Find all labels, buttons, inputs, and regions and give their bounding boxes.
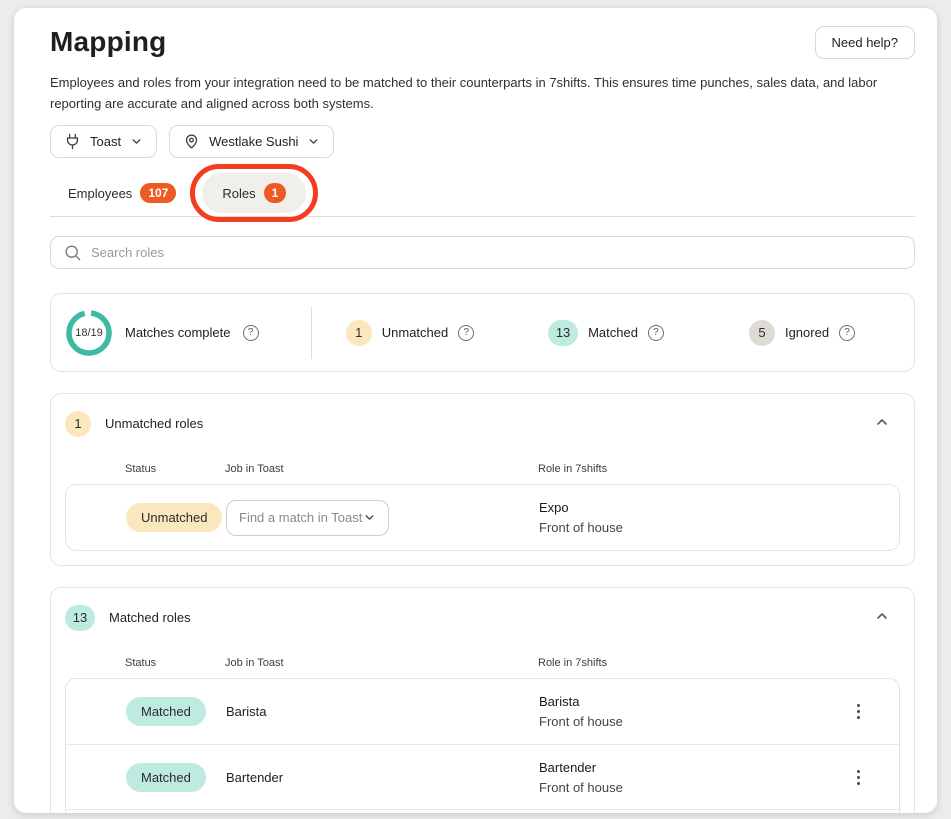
stat-ignored: 5 Ignored ? (704, 320, 900, 346)
matched-label: Matched (588, 325, 638, 340)
unmatched-roles-table: Unmatched Find a match in Toast Expo Fro… (65, 484, 900, 551)
find-match-dropdown-label: Find a match in Toast (239, 510, 362, 525)
role-department: Front of house (539, 520, 851, 535)
role-department: Front of house (539, 780, 851, 795)
location-pin-icon (183, 133, 200, 150)
search-input[interactable] (50, 236, 915, 269)
matched-count-badge: 13 (548, 320, 578, 346)
integration-dropdown-label: Toast (90, 134, 121, 149)
unmatched-roles-header: 1 Unmatched roles (65, 410, 900, 437)
unmatched-column-headers: Status Job in Toast Role in 7shifts (65, 463, 900, 475)
status-badge: Unmatched (126, 503, 222, 532)
matched-roles-section: 13 Matched roles Status Job in Toast Rol… (50, 587, 915, 813)
matched-collapse-button[interactable] (864, 604, 900, 631)
table-row-clipped (66, 809, 899, 813)
matches-complete-label: Matches complete (125, 325, 231, 340)
matched-section-count-badge: 13 (65, 605, 95, 631)
job-name: Barista (226, 704, 539, 719)
table-row: Unmatched Find a match in Toast Expo Fro… (66, 485, 899, 550)
tab-roles[interactable]: Roles 1 (202, 173, 306, 213)
tab-employees-label: Employees (68, 186, 132, 201)
progress-ring-value: 18/19 (65, 309, 113, 357)
stat-matched: 13 Matched ? (508, 320, 704, 346)
stat-unmatched: 1 Unmatched ? (312, 320, 508, 346)
column-header-role: Role in 7shifts (538, 463, 852, 475)
tab-employees-badge: 107 (140, 183, 176, 203)
need-help-button[interactable]: Need help? (815, 26, 916, 59)
unmatched-collapse-button[interactable] (864, 410, 900, 437)
chevron-up-icon (874, 414, 890, 430)
matched-column-headers: Status Job in Toast Role in 7shifts (65, 657, 900, 669)
progress-ring: 18/19 (65, 309, 113, 357)
job-name: Bartender (226, 770, 539, 785)
tab-bar: Employees 107 Roles 1 (50, 170, 915, 217)
matched-help-icon[interactable]: ? (648, 325, 664, 341)
status-badge: Matched (126, 697, 206, 726)
matches-complete-help-icon[interactable]: ? (243, 325, 259, 341)
filter-bar: Toast Westlake Sushi (50, 125, 915, 158)
integration-dropdown[interactable]: Toast (50, 125, 157, 158)
unmatched-section-title: Unmatched roles (105, 416, 203, 431)
table-row: Matched Barista Barista Front of house (66, 679, 899, 744)
ignored-label: Ignored (785, 325, 829, 340)
find-match-dropdown[interactable]: Find a match in Toast (226, 500, 389, 536)
match-summary-card: 18/19 Matches complete ? 1 Unmatched ? 1… (50, 293, 915, 372)
plug-icon (64, 133, 81, 150)
column-header-job: Job in Toast (225, 657, 538, 669)
mapping-page-card: Mapping Need help? Employees and roles f… (14, 8, 937, 813)
ignored-count-badge: 5 (749, 320, 775, 346)
tab-roles-badge: 1 (264, 183, 287, 203)
column-header-job: Job in Toast (225, 463, 538, 475)
matched-roles-header: 13 Matched roles (65, 604, 900, 631)
unmatched-count-badge: 1 (346, 320, 372, 346)
column-header-status: Status (125, 463, 225, 475)
page-description: Employees and roles from your integratio… (50, 72, 915, 114)
table-row: Matched Bartender Bartender Front of hou… (66, 744, 899, 809)
chevron-down-icon (363, 511, 376, 524)
ignored-help-icon[interactable]: ? (839, 325, 855, 341)
row-menu-button[interactable] (851, 764, 866, 791)
chevron-up-icon (874, 608, 890, 624)
unmatched-section-count-badge: 1 (65, 411, 91, 437)
search-bar (50, 236, 915, 269)
chevron-down-icon (130, 135, 143, 148)
row-menu-button[interactable] (851, 698, 866, 725)
role-name: Barista (539, 694, 851, 709)
search-icon (63, 243, 82, 267)
location-dropdown-label: Westlake Sushi (209, 134, 298, 149)
column-header-role: Role in 7shifts (538, 657, 852, 669)
unmatched-label: Unmatched (382, 325, 448, 340)
chevron-down-icon (307, 135, 320, 148)
role-name: Bartender (539, 760, 851, 775)
matched-section-title: Matched roles (109, 610, 191, 625)
role-department: Front of house (539, 714, 851, 729)
matched-roles-table: Matched Barista Barista Front of house M… (65, 678, 900, 813)
column-header-status: Status (125, 657, 225, 669)
location-dropdown[interactable]: Westlake Sushi (169, 125, 334, 158)
role-name: Expo (539, 500, 851, 515)
page-title: Mapping (50, 26, 167, 58)
matches-complete-group: 18/19 Matches complete ? (65, 309, 311, 357)
tab-employees[interactable]: Employees 107 (68, 183, 176, 203)
unmatched-roles-section: 1 Unmatched roles Status Job in Toast Ro… (50, 393, 915, 566)
unmatched-help-icon[interactable]: ? (458, 325, 474, 341)
page-header: Mapping Need help? (50, 26, 915, 59)
status-badge: Matched (126, 763, 206, 792)
tab-roles-label: Roles (222, 186, 255, 201)
